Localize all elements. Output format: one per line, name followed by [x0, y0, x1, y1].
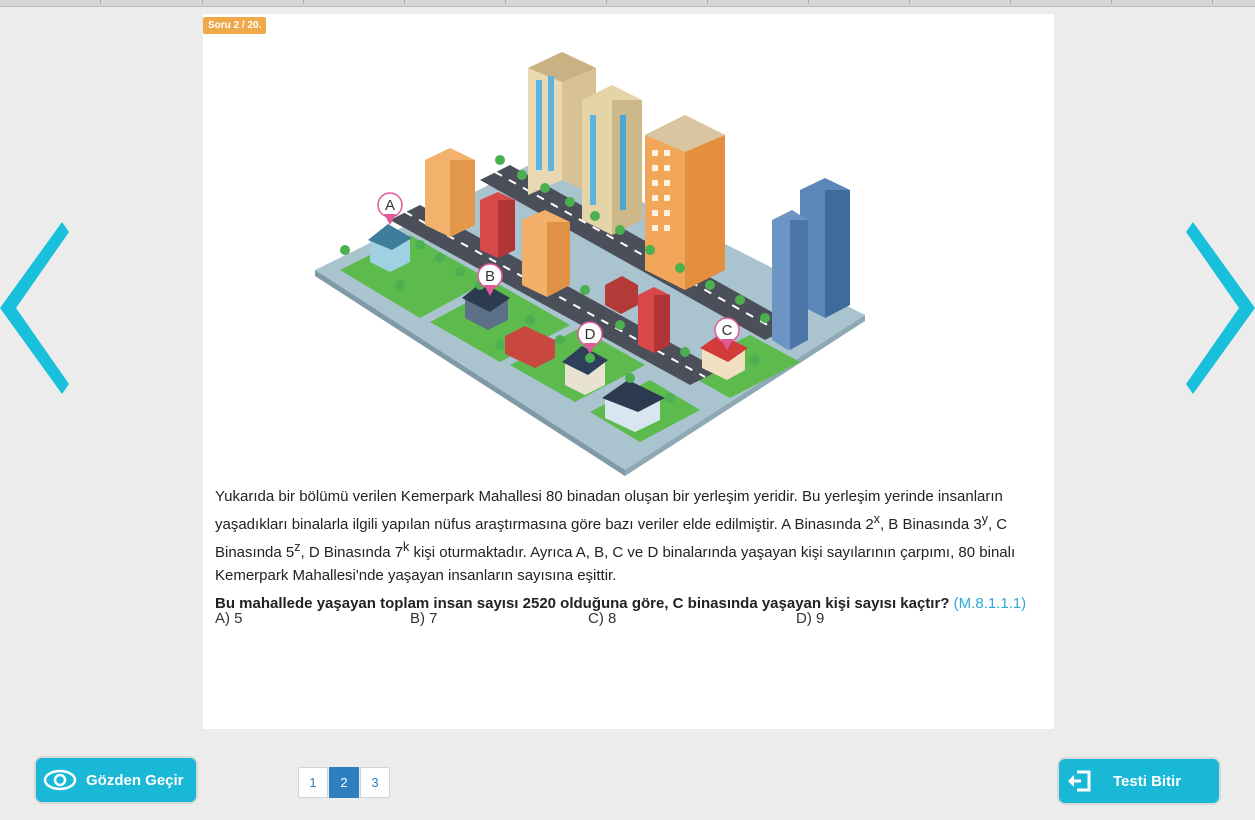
finish-test-label: Testi Bitir: [1113, 772, 1182, 790]
option-a[interactable]: A) 5: [215, 610, 243, 627]
question-counter-badge: Soru 2 / 20.: [203, 17, 267, 34]
svg-text:D: D: [585, 326, 596, 343]
page-2-button[interactable]: 2: [329, 767, 359, 798]
eye-icon: [43, 769, 77, 791]
review-button[interactable]: Gözden Geçir: [36, 758, 196, 802]
page-1-button[interactable]: 1: [298, 767, 328, 798]
option-c[interactable]: C) 8: [588, 610, 616, 627]
svg-text:A: A: [385, 197, 395, 214]
option-b[interactable]: B) 7: [410, 610, 438, 627]
next-arrow-icon[interactable]: [1180, 218, 1255, 398]
pagination: 1 2 3: [298, 767, 391, 798]
curriculum-code: (M.8.1.1.1): [953, 595, 1027, 612]
top-toolbar-strip: [0, 0, 1255, 7]
question-prompt: Bu mahallede yaşayan toplam insan sayısı…: [215, 595, 1027, 612]
question-body: Yukarıda bir bölümü verilen Kemerpark Ma…: [215, 485, 1045, 615]
city-illustration: A B C D: [315, 52, 865, 476]
finish-test-button[interactable]: Testi Bitir: [1059, 759, 1219, 803]
review-button-label: Gözden Geçir: [86, 771, 184, 789]
svg-text:B: B: [485, 268, 495, 285]
svg-text:C: C: [722, 322, 733, 339]
exit-icon: [1068, 770, 1091, 792]
page-3-button[interactable]: 3: [360, 767, 390, 798]
question-text: Yukarıda bir bölümü verilen Kemerpark Ma…: [215, 488, 1016, 584]
previous-arrow-icon[interactable]: [0, 218, 75, 398]
option-d[interactable]: D) 9: [796, 610, 824, 627]
